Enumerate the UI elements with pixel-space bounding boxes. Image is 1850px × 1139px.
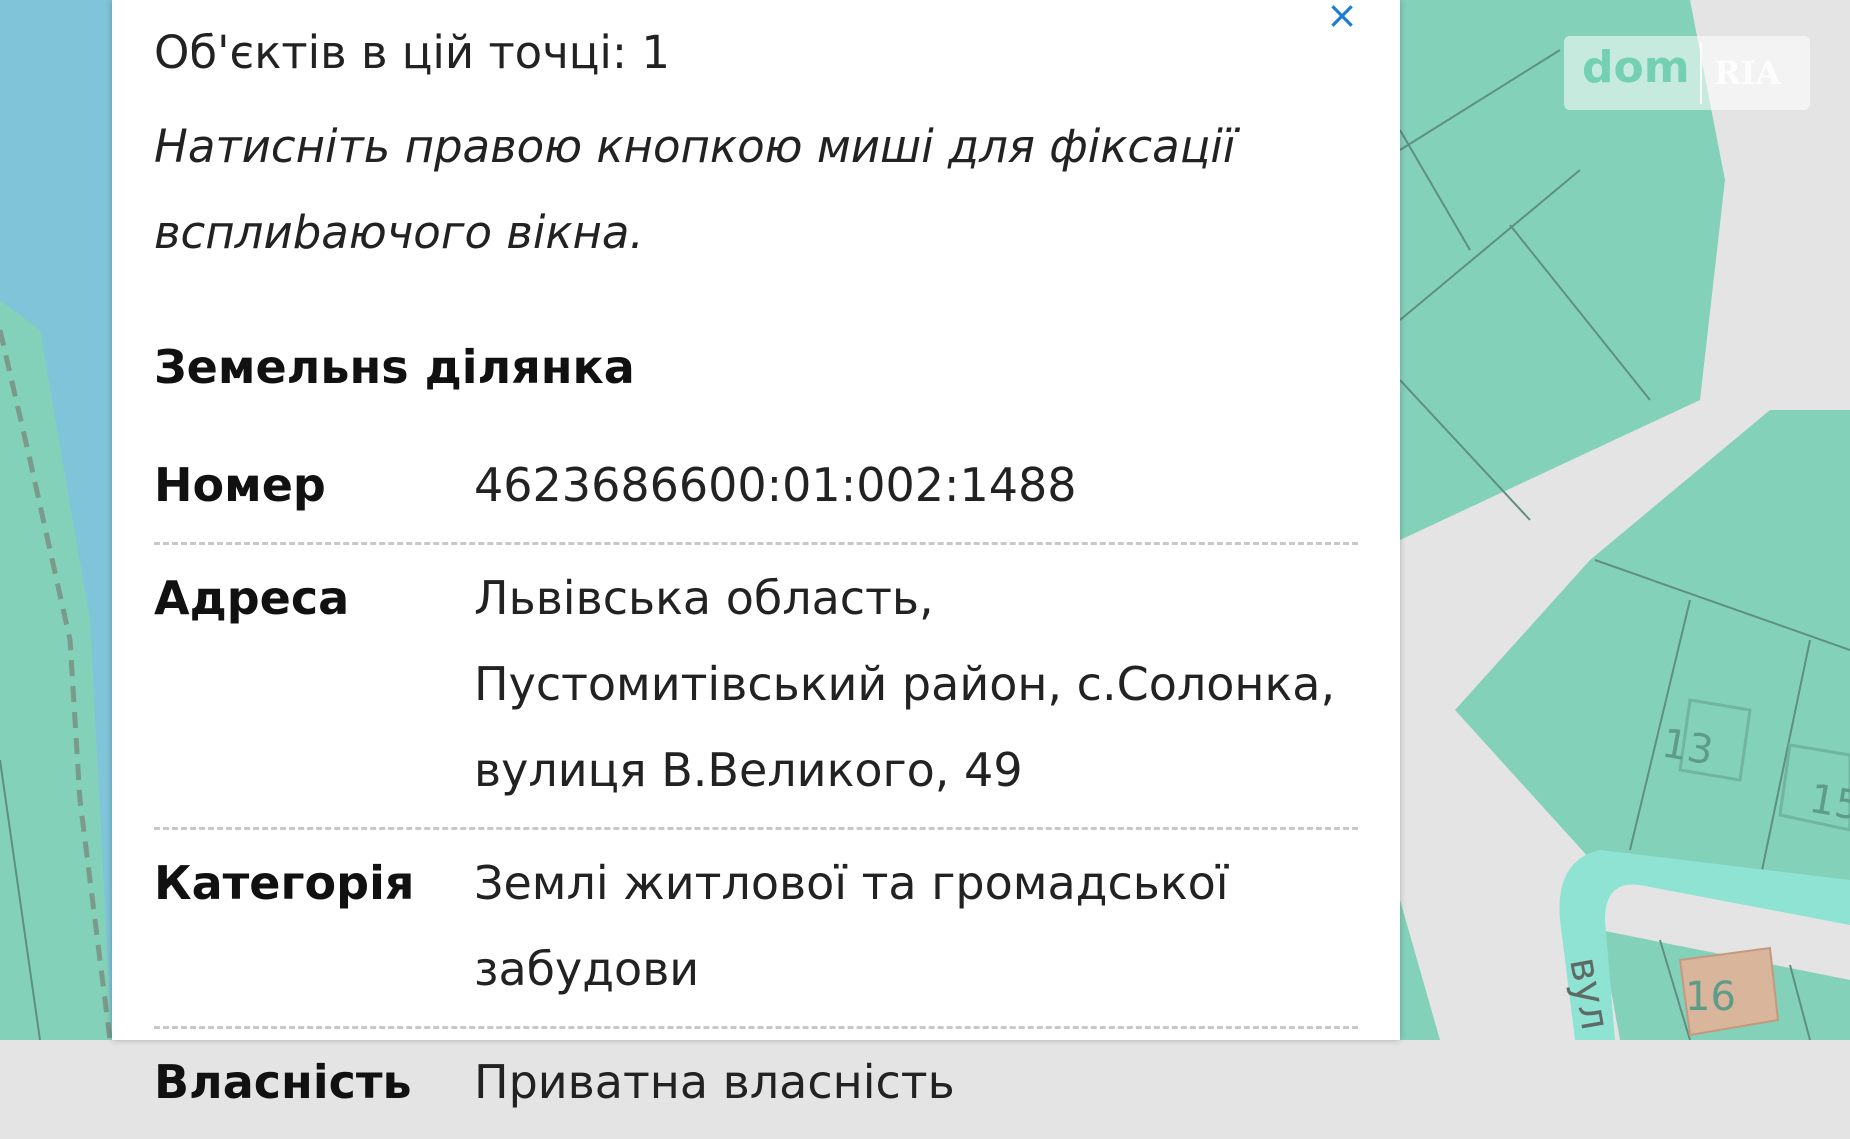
info-value: 4623686600:01:002:1488 [474,442,1358,528]
parcel-info-table: Номер 4623686600:01:002:1488 Адреса Льві… [154,432,1358,1139]
info-row-number: Номер 4623686600:01:002:1488 [154,432,1358,545]
info-value: Землі житлової та громадської забудови [474,840,1358,1012]
parcel-number-label: 15 [1806,776,1850,830]
parcel-number-label: 16 [1685,974,1736,1020]
parcel-number-label: 13 [1659,720,1717,774]
close-icon[interactable]: × [1312,0,1372,32]
logo-divider [1700,42,1702,104]
info-label: Категорія [154,840,474,926]
logo-dom-text: dom [1582,42,1690,93]
info-row-category: Категорія Землі житлової та громадської … [154,830,1358,1029]
info-label: Адреса [154,555,474,641]
info-row-ownership: Власність Приватна власність [154,1029,1358,1139]
info-label: Власність [154,1039,474,1125]
info-label: Номер [154,442,474,528]
info-value: Приватна власність [474,1039,1358,1125]
info-value: Львівська область, Пустомитівський район… [474,555,1358,813]
domria-logo: dom RIA [1564,36,1810,110]
popup-hint: Натисніть правою кнопкою миші для фіксац… [154,104,1314,276]
objects-count: Об'єктів в цій точці: 1 [154,26,670,79]
section-title: Земельнs ділянка [154,340,635,394]
info-row-address: Адреса Львівська область, Пустомитівськи… [154,545,1358,830]
logo-ria-text: RIA [1714,54,1780,92]
parcel-info-popup: × Об'єктів в цій точці: 1 Натисніть прав… [112,0,1400,1040]
